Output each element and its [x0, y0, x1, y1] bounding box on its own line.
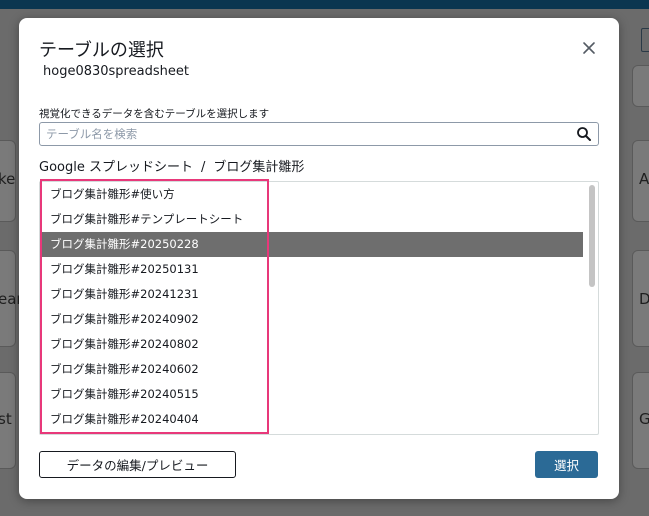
background-card-text: ke: [0, 170, 16, 188]
table-list-item[interactable]: ブログ集計雛形#テンプレートシート: [40, 207, 583, 232]
table-list-item-selected[interactable]: ブログ集計雛形#20250228: [40, 232, 583, 257]
search-box: [39, 122, 599, 146]
background-card-text: G: [639, 410, 649, 428]
breadcrumb-separator: /: [200, 160, 206, 175]
table-list-item[interactable]: ブログ集計雛形#20240902: [40, 307, 583, 332]
background-top-bar: [0, 0, 649, 9]
background-card: [632, 65, 649, 107]
table-list-item[interactable]: ブログ集計雛形#使い方: [40, 182, 583, 207]
table-list-item[interactable]: ブログ集計雛形#20250131: [40, 257, 583, 282]
search-input[interactable]: [46, 125, 566, 143]
breadcrumb: Google スプレッドシート / ブログ集計雛形: [39, 156, 304, 175]
background-card-text: A: [639, 170, 649, 188]
background-card-text: D: [639, 290, 649, 308]
table-list-item[interactable]: ブログ集計雛形#20240802: [40, 332, 583, 357]
table-select-dialog: テーブルの選択 hoge0830spreadsheet 視覚化できるデータを含む…: [19, 18, 619, 499]
table-list-item[interactable]: ブログ集計雛形#20240602: [40, 357, 583, 382]
breadcrumb-root[interactable]: Google スプレッドシート: [39, 160, 193, 175]
background-button: [641, 28, 649, 52]
search-icon[interactable]: [576, 126, 592, 142]
edit-preview-button[interactable]: データの編集/プレビュー: [39, 451, 236, 478]
close-icon[interactable]: [581, 40, 597, 56]
table-list-item[interactable]: ブログ集計雛形#20240515: [40, 382, 583, 407]
scrollbar-thumb[interactable]: [589, 185, 595, 287]
dialog-title: テーブルの選択: [39, 40, 164, 61]
background-card-text: st: [0, 410, 12, 428]
table-list: ブログ集計雛形#使い方 ブログ集計雛形#テンプレートシート ブログ集計雛形#20…: [39, 181, 599, 435]
list-scrollbar[interactable]: [586, 182, 598, 434]
search-label: 視覚化できるデータを含むテーブルを選択します: [39, 108, 270, 120]
table-list-item[interactable]: ブログ集計雛形#20240404: [40, 407, 583, 432]
dialog-subtitle: hoge0830spreadsheet: [43, 64, 189, 79]
breadcrumb-current: ブログ集計雛形: [213, 160, 305, 175]
select-button[interactable]: 選択: [535, 451, 598, 478]
table-list-item[interactable]: ブログ集計雛形#20241231: [40, 282, 583, 307]
